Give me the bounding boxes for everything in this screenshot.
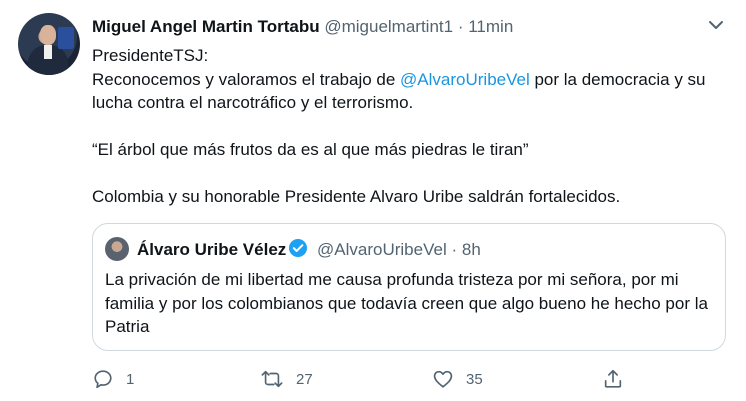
author-avatar[interactable] — [18, 13, 80, 75]
quoted-tweet-timestamp[interactable]: 8h — [462, 240, 481, 259]
quoted-tweet-text: La privación de mi libertad me causa pro… — [105, 270, 708, 336]
quoted-tweet[interactable]: Álvaro Uribe Vélez @AlvaroUribeVel · 8h … — [92, 223, 726, 351]
like-count: 35 — [466, 370, 483, 388]
tweet-actions: 1 27 35 — [92, 366, 632, 392]
share-button[interactable] — [602, 366, 624, 392]
tweet-header: Miguel Angel Martin Tortabu @miguelmarti… — [92, 16, 696, 38]
tweet-text-segment: Reconocemos y valoramos el trabajo de — [92, 69, 401, 89]
retweet-count: 27 — [296, 370, 313, 388]
separator-dot: · — [457, 17, 464, 36]
verified-badge-icon — [288, 238, 308, 264]
avatar-face — [40, 25, 56, 45]
tweet-paragraph: Reconocemos y valoramos el trabajo de @A… — [92, 68, 732, 115]
author-handle[interactable]: @miguelmartint1 — [324, 17, 453, 36]
separator-dot: · — [451, 240, 458, 259]
retweet-icon — [261, 370, 283, 388]
share-icon — [604, 369, 622, 388]
avatar-flag — [58, 27, 74, 49]
reply-icon — [94, 370, 112, 389]
reply-count: 1 — [126, 370, 135, 388]
tweet-text: PresidenteTSJ: Reconocemos y valoramos e… — [92, 44, 732, 209]
mention-link[interactable]: @AlvaroUribeVel — [400, 70, 530, 89]
chevron-down-icon — [709, 21, 723, 29]
like-button[interactable]: 35 — [432, 366, 483, 392]
tweet-closing-line: Colombia y su honorable Presidente Alvar… — [92, 187, 621, 206]
quoted-tweet-header: Álvaro Uribe Vélez @AlvaroUribeVel · 8h — [137, 238, 481, 264]
tweet-line: PresidenteTSJ: — [92, 46, 209, 65]
tweet-timestamp[interactable]: 11min — [468, 17, 513, 36]
reply-button[interactable]: 1 — [92, 366, 134, 392]
retweet-button[interactable]: 27 — [260, 366, 313, 392]
quoted-author-handle[interactable]: @AlvaroUribeVel — [317, 240, 447, 259]
quoted-author-avatar[interactable] — [105, 237, 129, 261]
more-options-button[interactable] — [706, 14, 726, 36]
tweet-quote-line: “El árbol que más frutos da es al que má… — [92, 140, 529, 159]
quoted-author-name[interactable]: Álvaro Uribe Vélez — [137, 240, 286, 259]
heart-icon — [433, 370, 453, 388]
avatar-shirt — [44, 45, 52, 59]
author-name[interactable]: Miguel Angel Martin Tortabu — [92, 17, 320, 36]
